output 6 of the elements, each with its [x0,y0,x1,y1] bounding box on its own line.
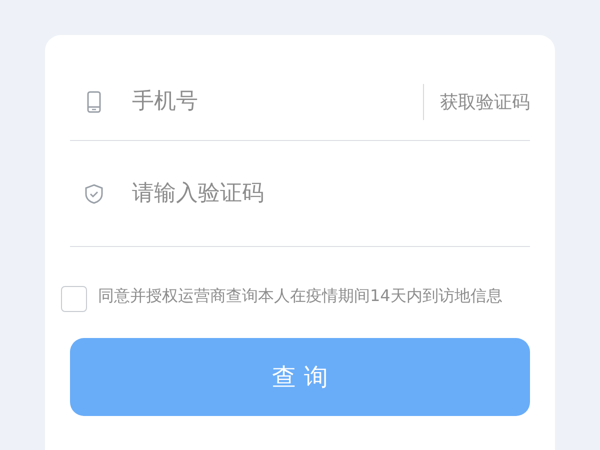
get-code-button[interactable]: 获取验证码 [440,90,530,114]
phone-field[interactable]: 手机号 [130,88,423,115]
agreement-text: 同意并授权运营商查询本人在疫情期间14天内到访地信息 [98,285,502,307]
query-button[interactable]: 查 询 [70,338,530,416]
agreement-checkbox[interactable] [61,286,87,312]
code-field[interactable]: 请输入验证码 [130,180,530,207]
